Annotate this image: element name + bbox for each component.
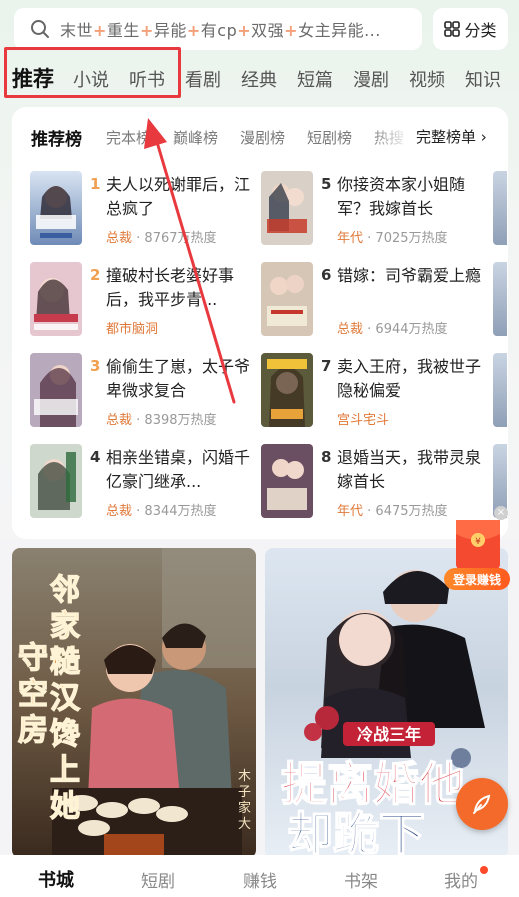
notification-dot [480, 866, 488, 874]
bottom-tab-short-drama[interactable]: 短剧 [141, 867, 175, 892]
bottom-navigation: 书城 短剧 赚钱 书架 我的 [0, 855, 519, 897]
bottom-tab-mine[interactable]: 我的 [444, 867, 478, 892]
annotation-arrow [144, 118, 236, 404]
bottom-tab-earn[interactable]: 赚钱 [243, 867, 277, 892]
bottom-tab-bookstore[interactable]: 书城 [38, 866, 74, 892]
bottom-tab-bookshelf[interactable]: 书架 [344, 867, 378, 892]
